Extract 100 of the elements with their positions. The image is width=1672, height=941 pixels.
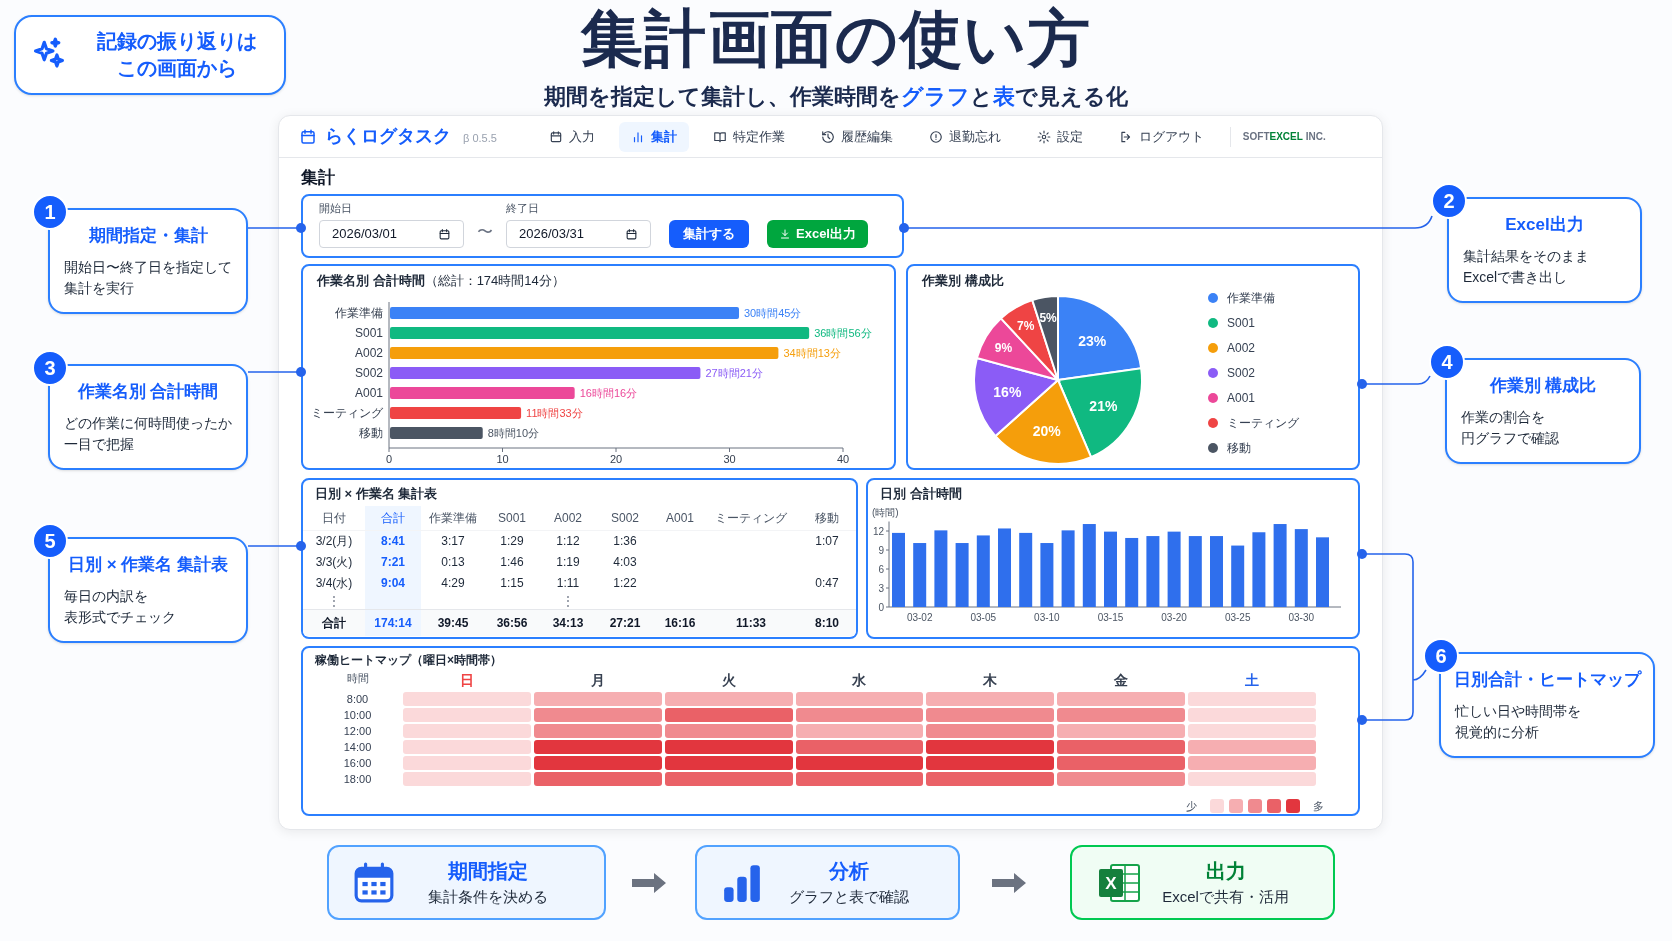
table-cell: 3/4(水) (303, 572, 365, 593)
calendar-icon (548, 129, 563, 144)
tick-label: 40 (836, 453, 850, 465)
table-cell: 合計 (303, 609, 365, 636)
calendar-icon (299, 127, 317, 146)
row-header: 10:00 (342, 707, 373, 722)
bar (1210, 536, 1223, 607)
calendar-icon (353, 861, 395, 904)
legend-label: 移動 (1227, 440, 1251, 457)
table-cell: ⋮ (539, 593, 597, 609)
callout-text: 毎日の内訳を 表形式でチェック (63, 586, 177, 627)
range-separator: 〜 (477, 222, 493, 242)
column-header: 木 (982, 670, 999, 690)
data-label: 36時間56分 (814, 327, 872, 339)
app-name: らくログタスク (325, 125, 451, 148)
chart-title: 日別 合計時間 (879, 485, 963, 503)
axis-label: A002 (354, 346, 383, 360)
legend-swatch (1267, 798, 1281, 813)
callout-text: 集計結果をそのまま Excelで書き出し (1462, 246, 1590, 287)
chart-title: 稼働ヒートマップ（曜日×時間帯） (315, 652, 503, 669)
number-badge: 1 (32, 194, 68, 230)
tick-label: 30 (723, 453, 736, 465)
column-header: 日 (458, 670, 475, 690)
data-label: 8時間10分 (487, 427, 540, 439)
axis-label: 作業準備 (335, 306, 383, 320)
nav-tab[interactable]: 入力 (536, 121, 607, 152)
history-icon (820, 129, 835, 144)
data-label: 16時間16分 (579, 387, 638, 399)
number-badge: 4 (1429, 344, 1465, 380)
calendar-icon (438, 227, 451, 241)
table-cell: 4:29 (421, 572, 485, 593)
table-cell: 27:21 (597, 609, 653, 636)
table-cell: 39:45 (421, 609, 485, 636)
step-caption: グラフと表で確認 (788, 887, 909, 907)
data-label: 23% (1078, 332, 1107, 349)
nav-tab[interactable]: 設定 (1024, 121, 1095, 152)
calendar-icon (625, 227, 638, 241)
table-cell: 3:17 (421, 530, 485, 551)
step-title: 出力 (1205, 858, 1246, 884)
nav-tab[interactable]: 履歴編集 (808, 121, 905, 152)
tick-label: 03-05 (970, 612, 997, 623)
book-icon (712, 129, 727, 144)
tick-label: 03-20 (1161, 612, 1187, 623)
row-header: 14:00 (342, 739, 373, 754)
legend-swatch (1286, 798, 1300, 813)
tick-label: 03-10 (1034, 612, 1060, 623)
nav-tab[interactable]: 集計 (618, 121, 689, 152)
table-cell: 1:07 (795, 530, 856, 551)
bar (955, 543, 969, 607)
callout-text: 作業の割合を 円グラフで確認 (1460, 407, 1560, 448)
field-label: 終了日 (506, 200, 540, 216)
connector-line (247, 367, 306, 377)
column-header: 時間 (345, 670, 370, 686)
date-field[interactable]: 2026/03/01 (319, 220, 464, 248)
tick-label: 12 (872, 526, 884, 537)
legend-label: 少 (1186, 798, 1197, 814)
table-cell: 0:13 (421, 551, 485, 572)
data-label: 20% (1032, 422, 1061, 439)
data-label: 27時間21分 (705, 367, 763, 379)
table-cell: ⋮ (303, 593, 365, 609)
date-field[interactable]: 2026/03/31 (506, 220, 651, 248)
aggregate-button[interactable]: 集計する (669, 220, 749, 248)
data-label: 5% (1039, 310, 1057, 325)
number-badge: 3 (32, 350, 68, 386)
column-header: A001 (653, 506, 707, 530)
column-header: S002 (597, 506, 653, 530)
row-header: 16:00 (342, 755, 373, 770)
table-cell-text: 4:03 (612, 553, 638, 571)
field-label: 開始日 (319, 200, 353, 216)
table-cell: 8:10 (795, 609, 856, 636)
legend-swatch (1248, 798, 1262, 813)
row-header: 18:00 (342, 771, 373, 786)
row-header: 12:00 (342, 723, 373, 738)
column-header: 日付 (303, 506, 365, 530)
legend-label: S002 (1227, 365, 1256, 382)
bubble-text: 記録の振り返りは この画面から (96, 29, 258, 81)
column-header: 移動 (795, 506, 856, 530)
table-cell-text: 1:19 (555, 553, 581, 571)
info-icon (928, 129, 943, 144)
connector-line (247, 223, 306, 233)
bar (1316, 537, 1329, 607)
row-header: 8:00 (345, 691, 370, 706)
legend-label: A001 (1227, 390, 1256, 407)
bar (913, 543, 927, 607)
chart-title: 作業名別 合計時間（総計：174時間14分） (315, 272, 566, 290)
table-cell: 3/3(火) (303, 551, 365, 572)
data-label: 21% (1089, 397, 1118, 414)
nav-tab[interactable]: ログアウト (1106, 121, 1216, 152)
settings-icon (1036, 129, 1051, 144)
nav-tab[interactable]: 退勤忘れ (916, 121, 1013, 152)
bar (976, 535, 990, 607)
nav-tab[interactable]: 特定作業 (700, 121, 797, 152)
callout-text: 開始日〜終了日を指定して 集計を実行 (63, 257, 233, 298)
legend-label: S001 (1227, 315, 1256, 332)
table-cell: 3/2(月) (303, 530, 365, 551)
step-caption: Excelで共有・活用 (1162, 887, 1289, 907)
data-label: 16% (993, 384, 1022, 401)
axis-label: S001 (354, 326, 383, 340)
legend-label: 多 (1313, 798, 1324, 814)
step-caption: 集計条件を決める (427, 887, 548, 907)
